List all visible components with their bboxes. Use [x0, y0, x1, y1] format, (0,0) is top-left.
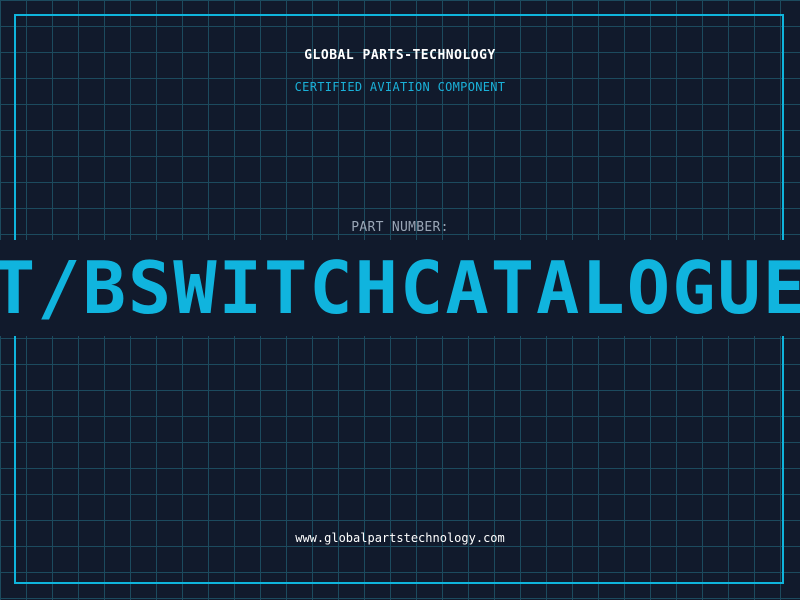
brand-name: GLOBAL PARTS-TECHNOLOGY [304, 48, 496, 63]
part-number-value: T/BSWITCHCATALOGUE [0, 246, 800, 330]
part-number-label: PART NUMBER: [351, 220, 449, 235]
part-number-band: T/BSWITCHCATALOGUE [0, 240, 800, 336]
certification-subtitle: CERTIFIED AVIATION COMPONENT [294, 80, 506, 94]
website-url: www.globalpartstechnology.com [295, 531, 505, 545]
